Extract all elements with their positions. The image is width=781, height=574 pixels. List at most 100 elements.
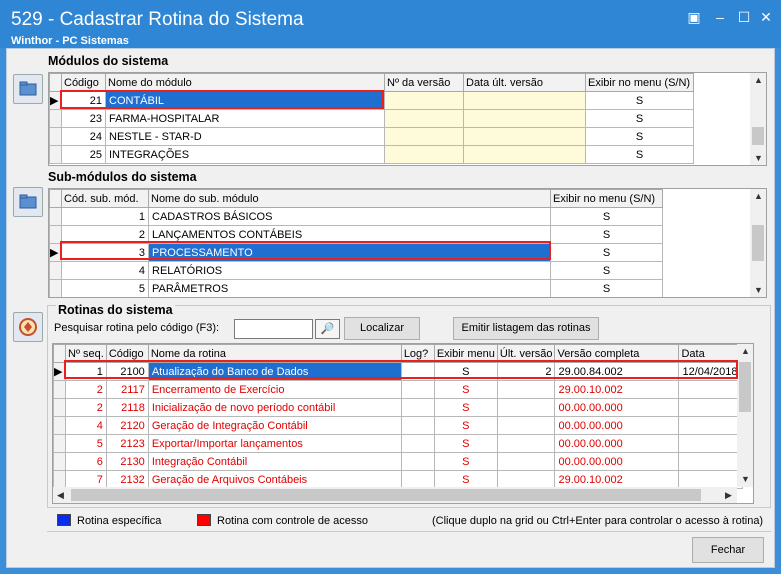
cell[interactable]: 29.00.10.002	[554, 470, 680, 489]
cell[interactable]: 00.00.00.000	[554, 416, 680, 435]
cell[interactable]	[384, 127, 464, 146]
minimize-icon[interactable]: –	[710, 8, 730, 26]
maximize-icon[interactable]: ☐	[734, 8, 754, 26]
col-header[interactable]: Nº da versão	[384, 73, 464, 92]
table-row[interactable]: 1 CADASTROS BÁSICOS S	[49, 207, 663, 226]
cell[interactable]: S	[433, 416, 498, 435]
cell[interactable]: S	[550, 279, 663, 297]
cell[interactable]: RELATÓRIOS	[148, 261, 551, 280]
hscroll-thumb[interactable]	[71, 489, 701, 501]
cell[interactable]	[384, 145, 464, 164]
cell[interactable]: S	[550, 207, 663, 226]
cell[interactable]	[496, 434, 556, 453]
cell[interactable]: S	[585, 145, 694, 164]
table-row[interactable]: 6 2130 Integração Contábil S 00.00.00.00…	[53, 452, 744, 471]
cell[interactable]	[400, 416, 435, 435]
scroll-up-icon[interactable]: ▲	[754, 191, 763, 201]
close-icon[interactable]: ✕	[756, 8, 776, 26]
cell[interactable]	[463, 109, 586, 128]
col-header[interactable]: Nome do sub. módulo	[148, 189, 551, 208]
hand-icon[interactable]	[13, 312, 43, 342]
col-header[interactable]: Exibir no menu (S/N)	[550, 189, 663, 208]
folder-icon-submodulos[interactable]	[13, 187, 43, 217]
cell[interactable]: 2	[65, 380, 107, 399]
cell[interactable]: 2123	[105, 434, 149, 453]
cell[interactable]	[678, 416, 744, 435]
cell[interactable]: 6	[65, 452, 107, 471]
cell[interactable]	[678, 380, 744, 399]
cell[interactable]: 2117	[105, 380, 149, 399]
cell[interactable]: PARÂMETROS	[148, 279, 551, 297]
cell[interactable]: 25	[61, 145, 106, 164]
scroll-thumb[interactable]	[752, 127, 764, 145]
cell[interactable]: 5	[65, 434, 107, 453]
cell[interactable]	[384, 91, 464, 110]
cell[interactable]: 1	[61, 207, 149, 226]
cell[interactable]: Integração Contábil	[147, 452, 402, 471]
submodulos-scrollbar[interactable]: ▲ ▼	[750, 189, 766, 297]
cell[interactable]	[463, 145, 586, 164]
cell[interactable]: S	[585, 109, 694, 128]
cell[interactable]: 4	[65, 416, 107, 435]
cell[interactable]	[678, 470, 744, 489]
cell[interactable]: S	[550, 243, 663, 262]
cell[interactable]: Geração de Arquivos Contábeis	[147, 470, 402, 489]
cell[interactable]: 00.00.00.000	[554, 452, 680, 471]
cell[interactable]	[496, 380, 556, 399]
cell[interactable]: S	[585, 127, 694, 146]
table-row[interactable]: 2 2118 Inicialização de novo período con…	[53, 398, 744, 417]
cell[interactable]: FARMA-HOSPITALAR	[105, 109, 385, 128]
cell[interactable]: 4	[61, 261, 149, 280]
scroll-up-icon[interactable]: ▲	[754, 75, 763, 85]
cell[interactable]	[463, 91, 586, 110]
table-row[interactable]: 23 FARMA-HOSPITALAR S	[49, 109, 694, 128]
cell[interactable]	[400, 398, 435, 417]
col-header[interactable]: Exibir no menu (S/N)	[585, 73, 694, 92]
col-header[interactable]: Cód. sub. mód.	[61, 189, 149, 208]
cell[interactable]: 7	[65, 470, 107, 489]
cell[interactable]: Inicialização de novo período contábil	[147, 398, 402, 417]
table-row[interactable]: 5 2123 Exportar/Importar lançamentos S 0…	[53, 434, 744, 453]
scroll-down-icon[interactable]: ▼	[754, 285, 763, 295]
col-header[interactable]: Data últ. versão	[463, 73, 586, 92]
cell[interactable]: S	[433, 452, 498, 471]
cell[interactable]	[384, 109, 464, 128]
cell[interactable]: 2118	[105, 398, 149, 417]
cell[interactable]: S	[433, 380, 498, 399]
restore-icon[interactable]: ▣	[684, 8, 704, 26]
localizar-button[interactable]: Localizar	[344, 317, 420, 340]
cell[interactable]: 5	[61, 279, 149, 297]
search-icon[interactable]: 🔎	[315, 319, 340, 339]
cell[interactable]: INTEGRAÇÕES	[105, 145, 385, 164]
cell[interactable]: S	[433, 470, 498, 489]
cell[interactable]: CADASTROS BÁSICOS	[148, 207, 551, 226]
cell[interactable]	[678, 452, 744, 471]
cell[interactable]	[400, 470, 435, 489]
cell[interactable]: 23	[61, 109, 106, 128]
table-row[interactable]: 24 NESTLE - STAR-D S	[49, 127, 694, 146]
cell[interactable]: 2130	[105, 452, 149, 471]
cell[interactable]: NESTLE - STAR-D	[105, 127, 385, 146]
cell[interactable]	[400, 452, 435, 471]
fechar-button[interactable]: Fechar	[692, 537, 764, 563]
cell[interactable]: 24	[61, 127, 106, 146]
cell[interactable]: 2132	[105, 470, 149, 489]
cell[interactable]	[463, 127, 586, 146]
table-row[interactable]: 4 2120 Geração de Integração Contábil S …	[53, 416, 744, 435]
cell[interactable]	[496, 398, 556, 417]
table-row[interactable]: 4 RELATÓRIOS S	[49, 261, 663, 280]
cell[interactable]: S	[585, 91, 694, 110]
col-header[interactable]: Nome do módulo	[105, 73, 385, 92]
cell[interactable]: 2120	[105, 416, 149, 435]
cell[interactable]: Encerramento de Exercício	[147, 380, 402, 399]
search-input[interactable]	[234, 319, 313, 339]
emitir-listagem-button[interactable]: Emitir listagem das rotinas	[453, 317, 599, 340]
cell[interactable]	[678, 434, 744, 453]
scroll-down-icon[interactable]: ▼	[741, 474, 750, 484]
cell[interactable]: S	[433, 398, 498, 417]
cell[interactable]	[400, 380, 435, 399]
cell[interactable]: 00.00.00.000	[554, 434, 680, 453]
cell[interactable]: S	[550, 225, 663, 244]
scroll-down-icon[interactable]: ▼	[754, 153, 763, 163]
folder-icon-modulos[interactable]	[13, 74, 43, 104]
